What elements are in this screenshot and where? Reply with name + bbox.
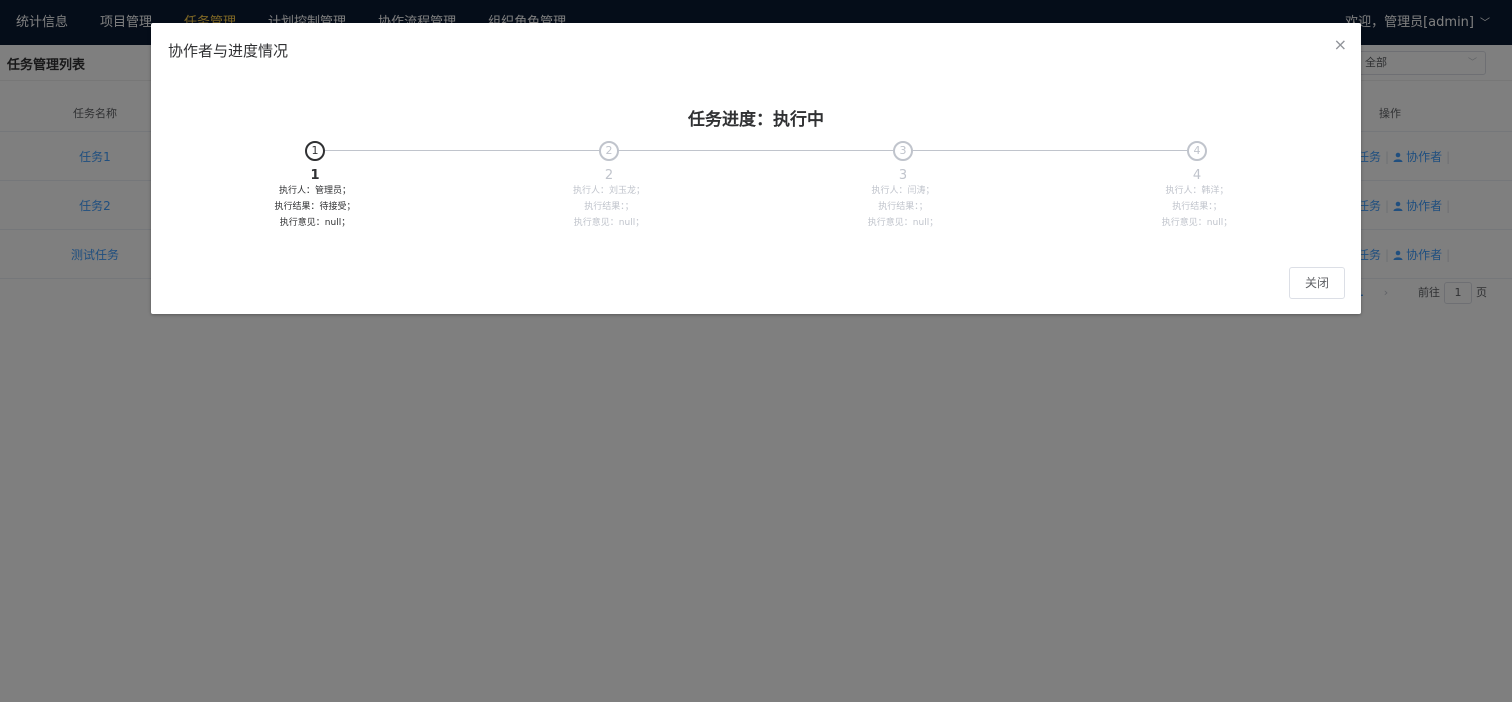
progress-steps: 1 1 执行人：管理员； 执行结果：待接受； 执行意见：null； 2 2 执行… xyxy=(151,141,1361,241)
progress-title: 任务进度：执行中 xyxy=(688,110,824,130)
close-button[interactable]: 关闭 xyxy=(1289,267,1345,299)
step-result: 执行结果：； xyxy=(878,202,928,212)
dialog-title: 协作者与进度情况 xyxy=(168,42,289,60)
step-opinion: 执行意见：null； xyxy=(867,218,939,228)
step-title: 4 xyxy=(1192,168,1202,183)
collaborators-progress-dialog: 协作者与进度情况 × 任务进度：执行中 1 1 执行人：管理员； 执行结果：待接… xyxy=(151,23,1361,314)
step-executor: 执行人：闫涛； xyxy=(871,186,935,196)
step-title: 3 xyxy=(898,168,908,183)
step-number-icon: 3 xyxy=(893,141,913,161)
step-executor: 执行人：管理员； xyxy=(278,186,351,196)
step-number-icon: 2 xyxy=(599,141,619,161)
step-number-icon: 4 xyxy=(1187,141,1207,161)
progress-step-1: 1 1 执行人：管理员； 执行结果：待接受； 执行意见：null； xyxy=(215,141,415,231)
step-executor: 执行人：韩洋； xyxy=(1165,186,1229,196)
progress-step-3: 3 3 执行人：闫涛； 执行结果：； 执行意见：null； xyxy=(803,141,1003,231)
step-executor: 执行人：刘玉龙； xyxy=(572,186,645,196)
step-title: 1 xyxy=(310,168,320,183)
close-icon[interactable]: × xyxy=(1334,35,1347,55)
step-result: 执行结果：； xyxy=(584,202,634,212)
progress-step-2: 2 2 执行人：刘玉龙； 执行结果：； 执行意见：null； xyxy=(509,141,709,231)
step-opinion: 执行意见：null； xyxy=(573,218,645,228)
step-opinion: 执行意见：null； xyxy=(279,218,351,228)
step-result: 执行结果：； xyxy=(1172,202,1222,212)
step-number-icon: 1 xyxy=(305,141,325,161)
step-title: 2 xyxy=(604,168,614,183)
step-result: 执行结果：待接受； xyxy=(274,202,356,212)
step-opinion: 执行意见：null； xyxy=(1161,218,1233,228)
progress-step-4: 4 4 执行人：韩洋； 执行结果：； 执行意见：null； xyxy=(1097,141,1297,231)
